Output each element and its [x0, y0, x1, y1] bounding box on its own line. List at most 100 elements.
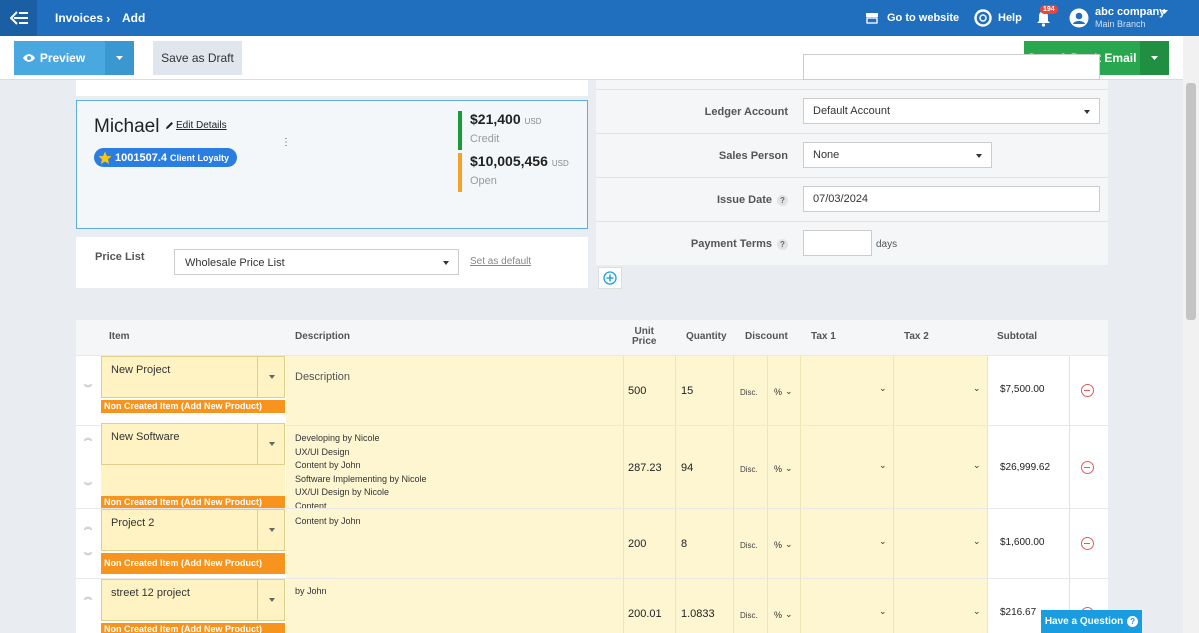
unit-price-input[interactable]: 200.01 [628, 608, 662, 620]
tax2-select[interactable]: ⌄ [973, 383, 981, 394]
move-down-icon[interactable]: ︾ [84, 481, 94, 492]
description-field[interactable]: Description [295, 371, 615, 385]
item-name: Project 2 [111, 517, 155, 529]
description-field[interactable]: by John [295, 585, 615, 599]
move-down-icon[interactable]: ︾ [84, 383, 94, 394]
discount-input[interactable]: Disc. [740, 541, 758, 550]
chevron-down-icon: ⌄ [785, 386, 793, 396]
tax2-select[interactable]: ⌄ [973, 460, 981, 471]
item-select[interactable]: New Software [101, 423, 285, 465]
payment-terms-row: Payment Terms ? days [596, 222, 1108, 266]
client-card: Michael Edit Details 1001507.4 Client Lo… [76, 100, 588, 229]
item-select[interactable]: street 12 project [101, 579, 285, 621]
issue-date-input[interactable]: 07/03/2024 [803, 186, 1100, 212]
menu-back-button[interactable] [0, 0, 37, 36]
discount-input[interactable]: Disc. [740, 465, 758, 474]
lifebuoy-icon [974, 9, 992, 27]
description-field[interactable]: Content by John [295, 515, 615, 529]
payment-terms-label: Payment Terms [690, 238, 772, 250]
quantity-input[interactable]: 15 [681, 385, 693, 397]
breadcrumb-invoices[interactable]: Invoices [55, 0, 103, 36]
discount-type-select[interactable]: % ⌄ [774, 463, 793, 474]
help-link[interactable]: Help [974, 0, 1022, 36]
header-tax2: Tax 2 [904, 331, 929, 342]
non-created-item-notice: Non Created Item (Add New Product) [101, 623, 285, 633]
move-up-icon[interactable]: ︽ [84, 591, 94, 602]
ledger-account-label: Ledger Account [704, 106, 788, 118]
invoice-details-form: Ledger Account Default Account Sales Per… [596, 54, 1108, 266]
scrollbar-thumb[interactable] [1186, 83, 1196, 320]
table-row: ︽ street 12 project Non Created Item (Ad… [76, 578, 1108, 633]
pencil-icon [166, 122, 173, 129]
user-menu[interactable] [1069, 0, 1089, 36]
quantity-input[interactable]: 1.0833 [681, 608, 715, 620]
store-icon [866, 13, 878, 24]
chevron-down-icon: ⌄ [785, 539, 793, 549]
price-list-value: Wholesale Price List [185, 257, 285, 269]
chevron-down-icon[interactable] [1161, 10, 1168, 15]
unit-price-input[interactable]: 287.23 [628, 462, 662, 474]
discount-type-select[interactable]: % ⌄ [774, 539, 793, 550]
tax1-select[interactable]: ⌄ [879, 606, 887, 617]
header-tax1: Tax 1 [811, 331, 836, 342]
question-icon[interactable]: ? [777, 194, 788, 206]
edit-details-link[interactable]: Edit Details [165, 120, 227, 131]
tax2-select[interactable]: ⌄ [973, 606, 981, 617]
have-a-question-button[interactable]: Have a Question ? [1041, 610, 1142, 633]
description-field[interactable]: Developing by Nicole UX/UI Design Conten… [295, 432, 615, 508]
add-new-product-link[interactable]: Add New Product [184, 497, 259, 507]
credit-currency: USD [524, 117, 542, 126]
item-select[interactable]: New Project [101, 356, 285, 398]
discount-type-select[interactable]: % ⌄ [774, 609, 793, 620]
go-to-website-link[interactable]: Go to website [865, 0, 959, 36]
quantity-input[interactable]: 94 [681, 462, 693, 474]
issue-date-row: Issue Date ? 07/03/2024 [596, 178, 1108, 222]
price-list-select[interactable]: Wholesale Price List [174, 249, 459, 275]
top-navbar: Invoices › Add Go to website Help 194 ab… [0, 0, 1199, 36]
star-icon [98, 151, 112, 164]
chevron-down-icon: ⌄ [785, 609, 793, 619]
tax1-select[interactable]: ⌄ [879, 460, 887, 471]
set-as-default-link[interactable]: Set as default [470, 256, 531, 267]
tax1-select[interactable]: ⌄ [879, 383, 887, 394]
add-new-product-link[interactable]: Add New Product [184, 624, 259, 633]
item-select[interactable]: Project 2 [101, 509, 285, 551]
sales-person-select[interactable]: None [803, 142, 992, 168]
issue-date-label: Issue Date [716, 194, 772, 206]
save-dropdown-button[interactable] [1140, 41, 1169, 75]
discount-input[interactable]: Disc. [740, 388, 758, 397]
discount-type-select[interactable]: % ⌄ [774, 386, 793, 397]
move-up-icon[interactable]: ︽ [84, 521, 94, 532]
item-name: street 12 project [111, 587, 190, 599]
add-field-button[interactable] [598, 267, 622, 289]
remove-row-icon[interactable] [1081, 384, 1094, 397]
days-label: days [876, 239, 898, 250]
add-new-product-link[interactable]: Add New Product [184, 401, 259, 411]
more-options-icon[interactable]: ⋮ [281, 137, 291, 148]
unit-price-input[interactable]: 200 [628, 538, 646, 550]
chevron-down-icon [269, 442, 275, 446]
preview-button[interactable]: Preview [14, 41, 119, 75]
remove-row-icon[interactable] [1081, 461, 1094, 474]
save-as-draft-button[interactable]: Save as Draft [153, 41, 242, 75]
open-label: Open [470, 175, 497, 187]
move-down-icon[interactable]: ︾ [84, 551, 94, 562]
question-icon[interactable]: ? [777, 238, 788, 250]
quantity-input[interactable]: 8 [681, 538, 687, 550]
chevron-down-icon [116, 56, 123, 60]
move-up-icon[interactable]: ︽ [84, 432, 94, 443]
hidden-field[interactable] [803, 54, 1100, 80]
unit-price-input[interactable]: 500 [628, 385, 646, 397]
open-balance: $10,005,456 USD Open [458, 153, 588, 192]
add-new-product-link[interactable]: Add New Product [184, 558, 259, 568]
payment-terms-input[interactable] [803, 230, 872, 256]
company-name[interactable]: abc company [1095, 6, 1165, 18]
ledger-account-select[interactable]: Default Account [803, 98, 1100, 124]
remove-row-icon[interactable] [1081, 537, 1094, 550]
page-scrollbar[interactable] [1183, 36, 1199, 633]
tax2-select[interactable]: ⌄ [973, 536, 981, 547]
menu-back-icon [9, 11, 28, 25]
tax1-select[interactable]: ⌄ [879, 536, 887, 547]
discount-input[interactable]: Disc. [740, 611, 758, 620]
preview-dropdown-button[interactable] [105, 41, 134, 75]
